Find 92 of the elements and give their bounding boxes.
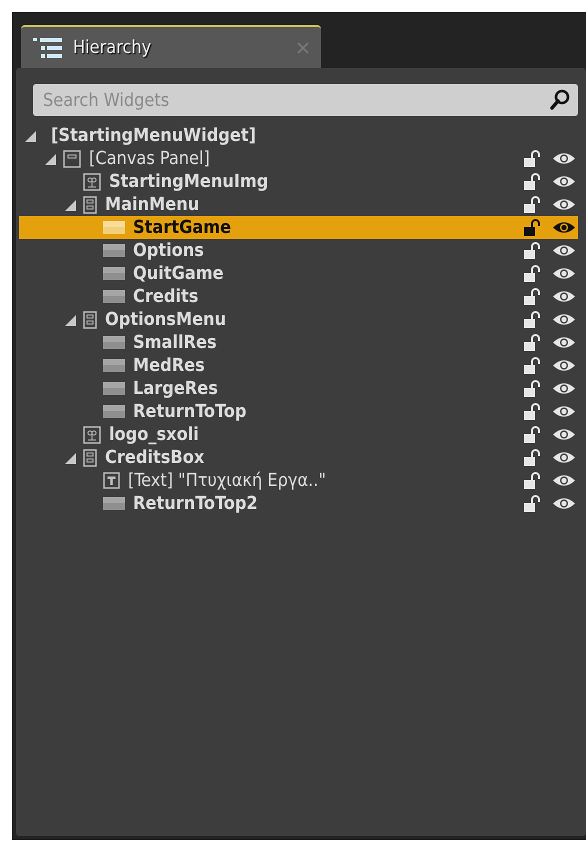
button-icon (103, 359, 125, 372)
vertical-box-icon (83, 310, 97, 328)
text-icon (103, 472, 120, 489)
item-label: [StartingMenuWidget] (51, 125, 258, 146)
eye-icon[interactable] (552, 312, 576, 327)
search-icon[interactable] (550, 89, 570, 111)
item-label: LargeRes (133, 378, 219, 399)
hierarchy-tab[interactable]: Hierarchy (21, 25, 321, 68)
eye-icon[interactable] (552, 174, 576, 189)
button-icon (103, 244, 125, 257)
button-icon (103, 382, 125, 395)
button-icon (103, 497, 125, 510)
tree-item[interactable]: MainMenu (19, 193, 578, 216)
eye-icon[interactable] (552, 220, 576, 235)
expanded-arrow-icon[interactable] (23, 128, 37, 142)
vertical-box-icon (83, 448, 97, 466)
lock-icon[interactable] (524, 173, 542, 190)
item-label: MainMenu (105, 194, 200, 215)
lock-icon[interactable] (524, 288, 542, 305)
expanded-arrow-icon[interactable] (63, 198, 77, 212)
tree-item[interactable]: CreditsBox (19, 446, 578, 469)
tree-item[interactable]: [StartingMenuWidget] (19, 124, 578, 147)
lock-icon[interactable] (524, 495, 542, 512)
tree-item[interactable]: StartGame (19, 216, 578, 239)
eye-icon[interactable] (552, 335, 576, 350)
lock-icon[interactable] (524, 311, 542, 328)
lock-icon[interactable] (524, 449, 542, 466)
expanded-arrow-icon[interactable] (63, 312, 77, 326)
tree-item[interactable]: OptionsMenu (19, 308, 578, 331)
lock-icon[interactable] (524, 265, 542, 282)
eye-icon[interactable] (552, 404, 576, 419)
button-icon (103, 221, 125, 234)
lock-icon[interactable] (524, 426, 542, 443)
eye-icon[interactable] (552, 496, 576, 511)
expanded-arrow-icon[interactable] (43, 152, 57, 166)
item-label: [Canvas Panel] (89, 148, 211, 169)
list-icon (33, 36, 63, 58)
tree-item[interactable]: MedRes (19, 354, 578, 377)
search-field[interactable]: Search Widgets (33, 84, 578, 116)
lock-icon[interactable] (524, 242, 542, 259)
item-label: logo_sxoli (109, 424, 200, 445)
button-icon (103, 405, 125, 418)
item-label: MedRes (133, 355, 206, 376)
tree-item[interactable]: [Text] "Πτυχιακή Εργα.." (19, 469, 578, 492)
eye-icon[interactable] (552, 197, 576, 212)
button-icon (103, 267, 125, 280)
eye-icon[interactable] (552, 151, 576, 166)
lock-icon[interactable] (524, 334, 542, 351)
item-label: StartGame (133, 217, 232, 238)
tree-item[interactable]: StartingMenuImg (19, 170, 578, 193)
tree-item[interactable]: SmallRes (19, 331, 578, 354)
eye-icon[interactable] (552, 289, 576, 304)
item-label: [Text] "Πτυχιακή Εργα.." (128, 470, 327, 491)
lock-icon[interactable] (524, 196, 542, 213)
tree-item[interactable]: [Canvas Panel] (19, 147, 578, 170)
tree-item[interactable]: Options (19, 239, 578, 262)
tree-item[interactable]: LargeRes (19, 377, 578, 400)
tree-item[interactable]: ReturnToTop2 (19, 492, 578, 515)
lock-icon[interactable] (524, 380, 542, 397)
eye-icon[interactable] (552, 450, 576, 465)
item-label: CreditsBox (105, 447, 206, 468)
lock-icon[interactable] (524, 357, 542, 374)
tree-item[interactable]: Credits (19, 285, 578, 308)
eye-icon[interactable] (552, 427, 576, 442)
eye-icon[interactable] (552, 266, 576, 281)
vertical-box-icon (83, 196, 97, 214)
item-label: QuitGame (133, 263, 225, 284)
image-icon (83, 426, 101, 444)
item-label: Credits (133, 286, 200, 307)
tree-item[interactable]: logo_sxoli (19, 423, 578, 446)
item-label: SmallRes (133, 332, 218, 353)
panel-icon (63, 150, 81, 168)
tab-title: Hierarchy (73, 37, 152, 58)
item-label: Options (133, 240, 205, 261)
lock-icon[interactable] (524, 472, 542, 489)
button-icon (103, 336, 125, 349)
image-icon (83, 172, 101, 190)
item-label: ReturnToTop (133, 401, 248, 422)
expanded-arrow-icon[interactable] (63, 450, 77, 464)
eye-icon[interactable] (552, 358, 576, 373)
tree-item[interactable]: ReturnToTop (19, 400, 578, 423)
eye-icon[interactable] (552, 243, 576, 258)
eye-icon[interactable] (552, 473, 576, 488)
lock-icon[interactable] (524, 403, 542, 420)
item-label: OptionsMenu (105, 309, 228, 330)
button-icon (103, 290, 125, 303)
tree-item[interactable]: QuitGame (19, 262, 578, 285)
item-label: StartingMenuImg (109, 171, 270, 192)
lock-icon[interactable] (524, 150, 542, 167)
eye-icon[interactable] (552, 381, 576, 396)
lock-icon[interactable] (524, 219, 542, 236)
item-label: ReturnToTop2 (133, 493, 259, 514)
